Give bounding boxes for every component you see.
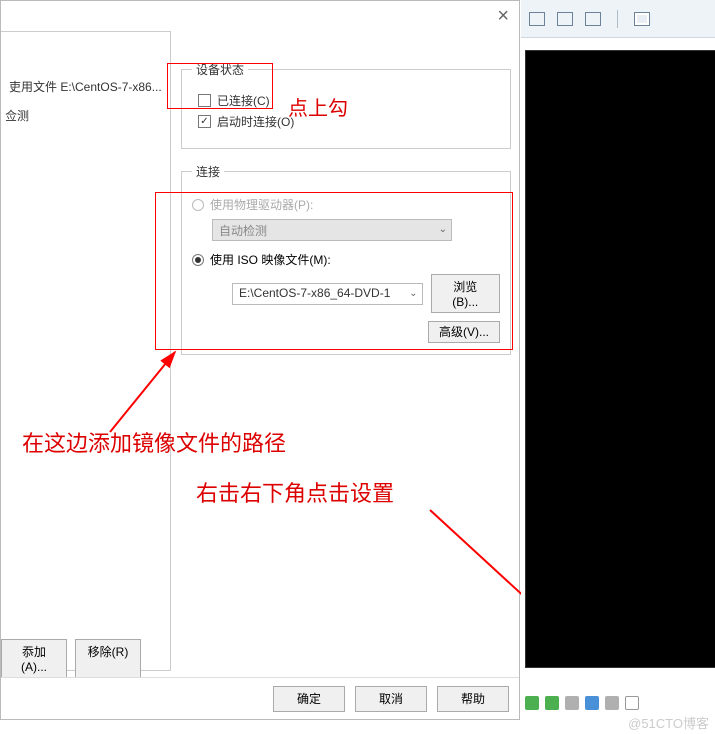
- iso-radio[interactable]: [192, 254, 204, 266]
- annotation-rclick-tip: 右击右下角点击设置: [196, 476, 394, 508]
- remove-button[interactable]: 移除(R): [75, 639, 141, 678]
- physical-drive-label: 使用物理驱动器(P):: [210, 196, 313, 213]
- annotation-check-tip: 点上勾: [288, 92, 348, 121]
- fullscreen-icon[interactable]: [634, 12, 650, 26]
- left-buttons: 忝加(A)... 移除(R): [1, 639, 141, 678]
- close-icon[interactable]: ×: [497, 5, 509, 28]
- chevron-down-icon[interactable]: ⌄: [409, 288, 417, 299]
- connection-group: 连接 使用物理驱动器(P): 自动检测 ⌄ 使用 ISO 映像文件(M): E:…: [181, 163, 511, 355]
- hardware-list: 吏用文件 E:\CentOS-7-x86... 佥测: [1, 31, 171, 671]
- vm-display[interactable]: [525, 50, 715, 668]
- browse-button[interactable]: 浏览(B)...: [431, 274, 500, 313]
- vm-status-bar: [525, 692, 639, 714]
- disk-icon[interactable]: [525, 696, 539, 710]
- annotation-path-tip: 在这边添加镜像文件的路径: [22, 426, 286, 458]
- settings-dialog: × 吏用文件 E:\CentOS-7-x86... 佥测 设备状态 已连接(C)…: [0, 0, 520, 720]
- sound-icon[interactable]: [625, 696, 639, 710]
- iso-radio-row[interactable]: 使用 ISO 映像文件(M):: [192, 251, 500, 268]
- monitor-icon[interactable]: [529, 12, 545, 26]
- cd-icon[interactable]: [545, 696, 559, 710]
- vm-window: [521, 0, 715, 720]
- hardware-item-file[interactable]: 吏用文件 E:\CentOS-7-x86...: [1, 72, 170, 101]
- iso-label: 使用 ISO 映像文件(M):: [210, 251, 331, 268]
- stretch-icon[interactable]: [585, 12, 601, 26]
- network-icon[interactable]: [565, 696, 579, 710]
- connected-label: 已连接(C): [217, 92, 270, 109]
- chevron-down-icon: ⌄: [439, 224, 447, 235]
- cancel-button[interactable]: 取消: [355, 686, 427, 712]
- fit-icon[interactable]: [557, 12, 573, 26]
- physical-drive-select: 自动检测 ⌄: [212, 219, 452, 241]
- printer-icon[interactable]: [605, 696, 619, 710]
- connected-checkbox[interactable]: [198, 94, 211, 107]
- connect-on-start-label: 启动时连接(O): [217, 113, 294, 130]
- connect-on-start-row[interactable]: ✓ 启动时连接(O): [198, 113, 500, 130]
- display-icon[interactable]: [585, 696, 599, 710]
- device-status-legend: 设备状态: [192, 61, 248, 78]
- iso-path-row: E:\CentOS-7-x86_64-DVD-1 ⌄ 浏览(B)...: [212, 274, 500, 313]
- toolbar-separator: [617, 10, 618, 28]
- physical-drive-radio-row: 使用物理驱动器(P):: [192, 196, 500, 213]
- hardware-item-detect[interactable]: 佥测: [1, 101, 170, 130]
- connected-row[interactable]: 已连接(C): [198, 92, 500, 109]
- dialog-button-bar: 确定 取消 帮助: [1, 677, 519, 719]
- physical-drive-radio: [192, 199, 204, 211]
- watermark: @51CTO博客: [628, 713, 709, 732]
- connect-on-start-checkbox[interactable]: ✓: [198, 115, 211, 128]
- physical-drive-value: 自动检测: [219, 224, 267, 238]
- connection-legend: 连接: [192, 163, 224, 180]
- add-button[interactable]: 忝加(A)...: [1, 639, 67, 678]
- advanced-button[interactable]: 高级(V)...: [428, 321, 500, 343]
- vm-toolbar: [521, 0, 715, 38]
- help-button[interactable]: 帮助: [437, 686, 509, 712]
- ok-button[interactable]: 确定: [273, 686, 345, 712]
- iso-path-select[interactable]: E:\CentOS-7-x86_64-DVD-1 ⌄: [232, 283, 423, 305]
- iso-path-value: E:\CentOS-7-x86_64-DVD-1: [239, 286, 390, 300]
